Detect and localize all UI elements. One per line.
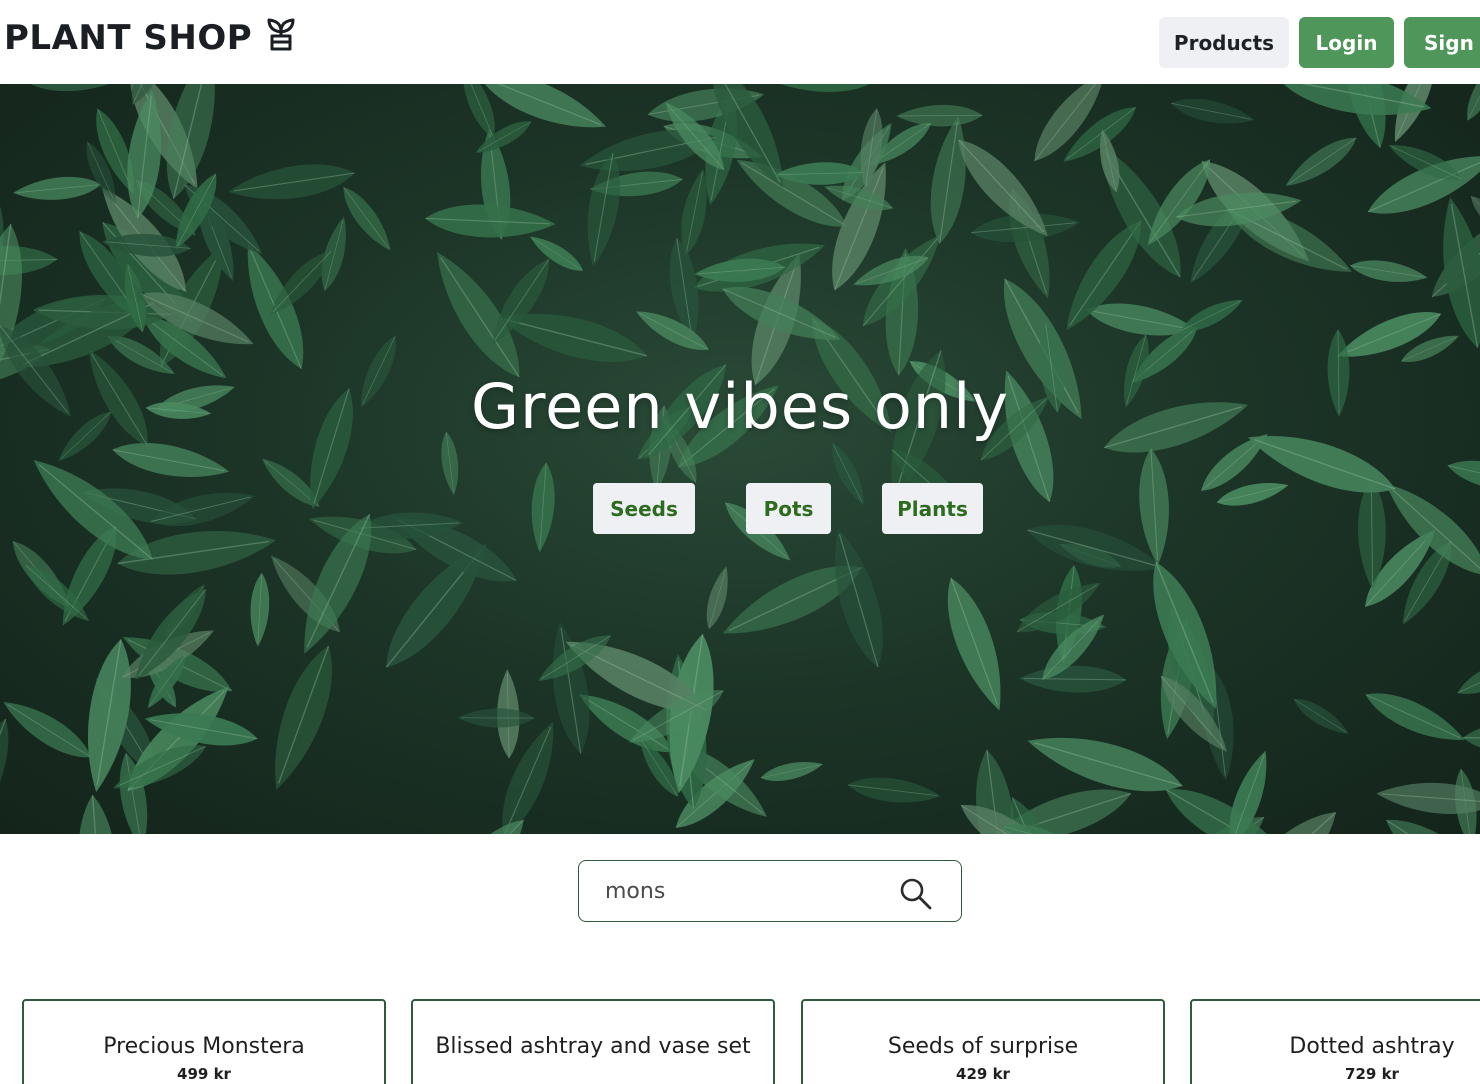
search-bar xyxy=(578,860,962,922)
search-input[interactable] xyxy=(605,875,885,907)
brand-name: PLANT SHOP xyxy=(4,18,253,58)
site-header: PLANT SHOP Products Login Sign Up xyxy=(0,0,1480,84)
hero-title: Green vibes only xyxy=(470,370,1010,443)
product-card[interactable]: Precious Monstera 499 kr xyxy=(22,999,386,1084)
products-button[interactable]: Products xyxy=(1159,17,1289,68)
product-name: Dotted ashtray xyxy=(1289,1034,1455,1059)
product-name: Seeds of surprise xyxy=(887,1034,1079,1059)
search-icon[interactable] xyxy=(899,877,933,911)
product-price: 729 kr xyxy=(1345,1065,1399,1083)
product-price: 499 kr xyxy=(177,1065,231,1083)
leaves-background-image xyxy=(0,84,1480,834)
category-seeds-button[interactable]: Seeds xyxy=(593,483,695,534)
product-name: Blissed ashtray and vase set xyxy=(435,1034,751,1059)
category-plants-button[interactable]: Plants xyxy=(882,483,983,534)
category-pots-button[interactable]: Pots xyxy=(746,483,831,534)
login-button[interactable]: Login xyxy=(1299,17,1394,68)
brand-logo[interactable]: PLANT SHOP xyxy=(4,18,298,58)
main-nav: Products Login Sign Up xyxy=(1159,17,1480,68)
hero-banner: Green vibes only Seeds Pots Plants xyxy=(0,84,1480,834)
product-card[interactable]: Dotted ashtray 729 kr xyxy=(1190,999,1480,1084)
product-card[interactable]: Seeds of surprise 429 kr xyxy=(801,999,1165,1084)
signup-button[interactable]: Sign Up xyxy=(1404,17,1480,68)
plant-pot-icon xyxy=(267,18,295,51)
product-name: Precious Monstera xyxy=(103,1034,305,1059)
product-price: 429 kr xyxy=(956,1065,1010,1083)
product-card[interactable]: Blissed ashtray and vase set xyxy=(411,999,775,1084)
